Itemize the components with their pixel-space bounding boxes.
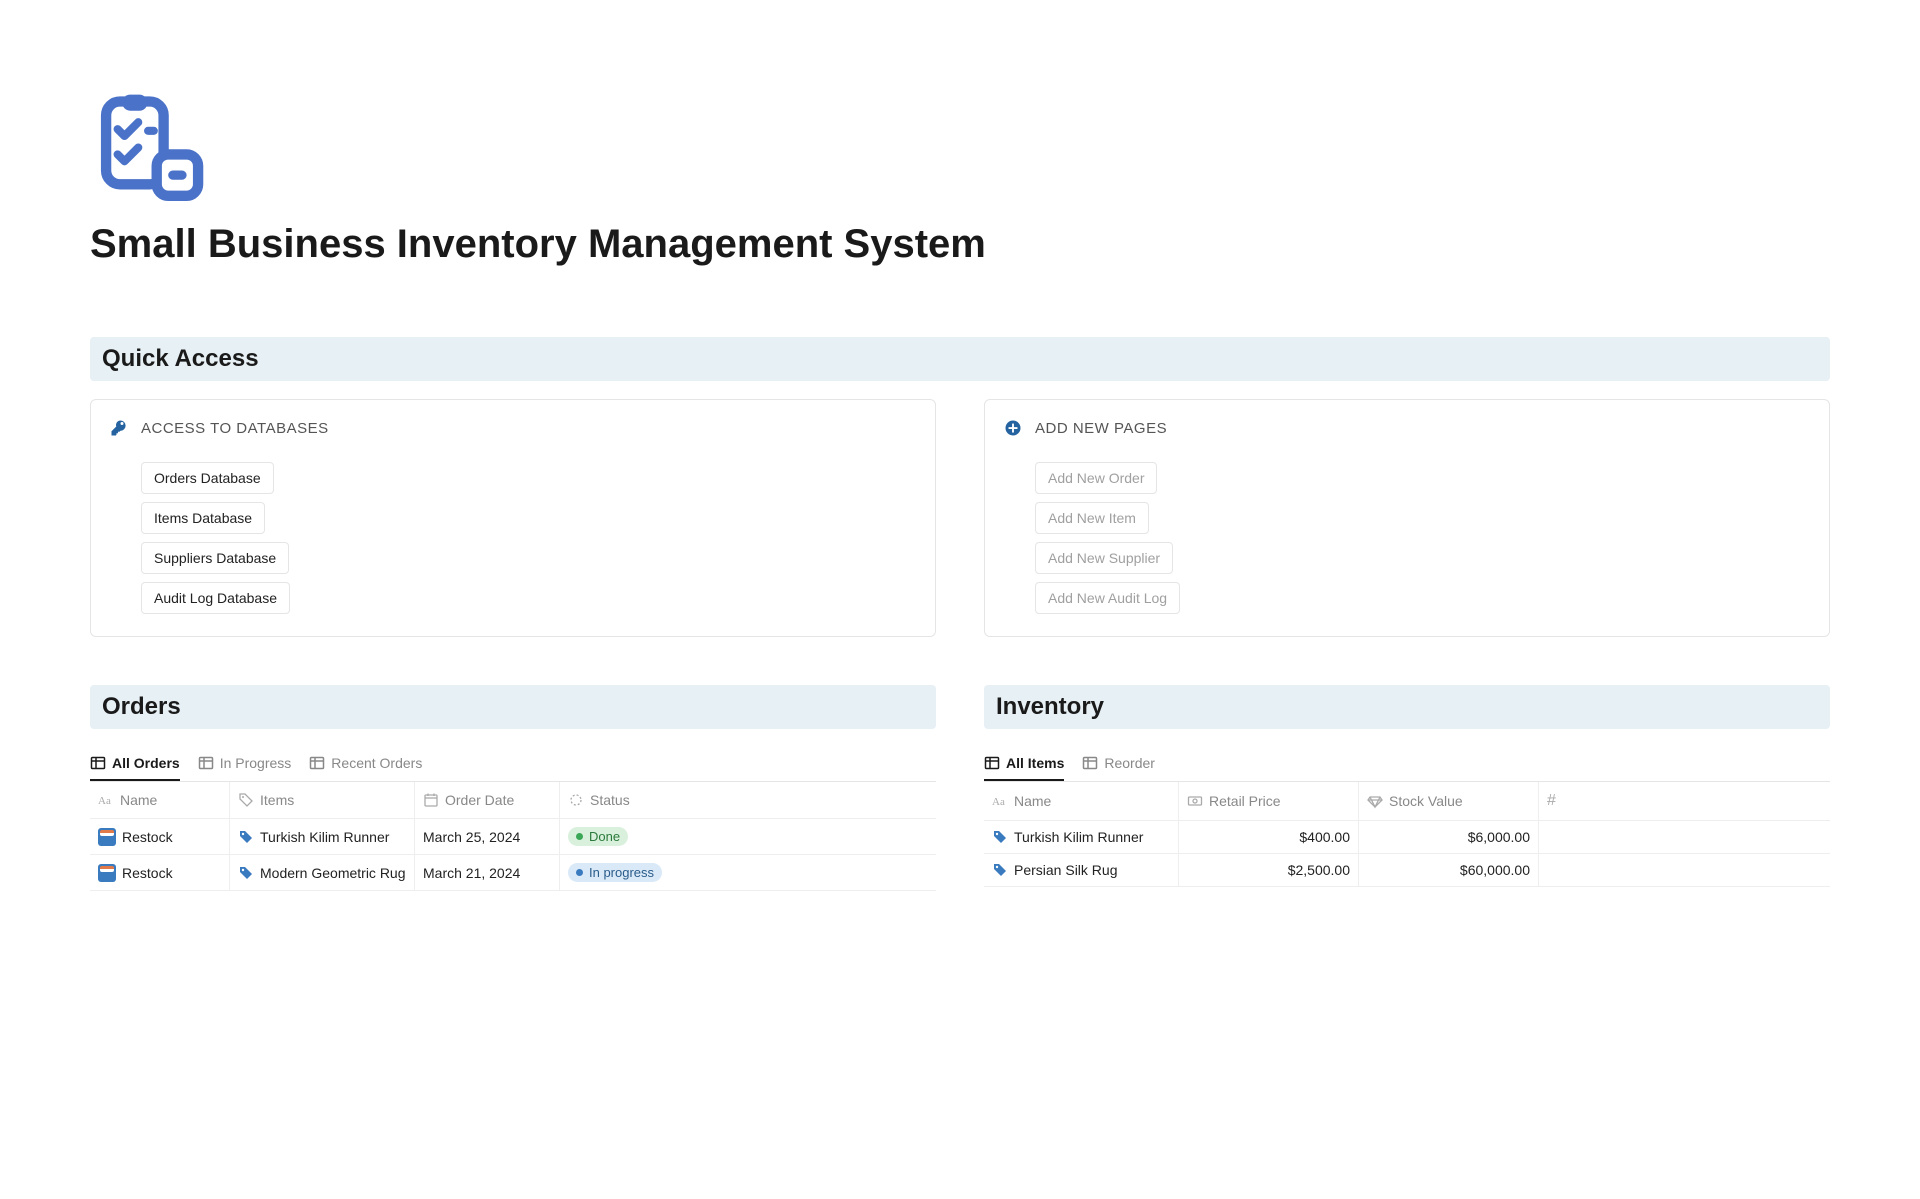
page-title: Small Business Inventory Management Syst…	[90, 222, 1830, 267]
col-status[interactable]: Status	[560, 782, 936, 818]
cell-item: Turkish Kilim Runner	[230, 819, 415, 854]
cell-hash	[1539, 821, 1830, 853]
col-order-date[interactable]: Order Date	[415, 782, 560, 818]
cell-stock: $6,000.00	[1359, 821, 1539, 853]
tab-all-orders[interactable]: All Orders	[90, 747, 180, 781]
tab-label: In Progress	[220, 755, 292, 771]
table-row[interactable]: Restock Turkish Kilim Runner March 25, 2…	[90, 819, 936, 855]
tag-icon	[238, 865, 254, 881]
tab-reorder[interactable]: Reorder	[1082, 747, 1155, 781]
calendar-icon	[423, 792, 439, 808]
table-icon	[198, 755, 214, 771]
tab-label: All Items	[1006, 755, 1064, 771]
table-icon	[309, 755, 325, 771]
add-pages-card: ADD NEW PAGES Add New Order Add New Item…	[984, 399, 1830, 637]
text-icon: Aa	[98, 792, 114, 808]
inventory-table-head: Aa Name Retail Price Stock Value #	[984, 782, 1830, 821]
orders-heading: Orders	[102, 693, 924, 721]
key-icon	[109, 418, 129, 438]
col-items[interactable]: Items	[230, 782, 415, 818]
orders-table-head: Aa Name Items Order Date Status	[90, 782, 936, 819]
cell-date: March 21, 2024	[415, 855, 560, 890]
table-icon	[90, 755, 106, 771]
tag-icon	[238, 829, 254, 845]
table-row[interactable]: Restock Modern Geometric Rug March 21, 2…	[90, 855, 936, 891]
orders-tabs: All Orders In Progress Recent Orders	[90, 747, 936, 782]
tab-recent-orders[interactable]: Recent Orders	[309, 747, 422, 781]
cell-hash	[1539, 854, 1830, 886]
orders-database-link[interactable]: Orders Database	[141, 462, 274, 494]
table-icon	[1082, 755, 1098, 771]
cell-name: Restock	[90, 819, 230, 854]
page-icon	[90, 90, 1830, 210]
status-badge: Done	[568, 827, 628, 846]
tab-label: Recent Orders	[331, 755, 422, 771]
orders-header: Orders	[90, 685, 936, 729]
cell-status: In progress	[560, 855, 936, 890]
col-hash[interactable]: #	[1539, 782, 1830, 820]
cell-name: Persian Silk Rug	[984, 854, 1179, 886]
audit-log-database-link[interactable]: Audit Log Database	[141, 582, 290, 614]
inventory-tabs: All Items Reorder	[984, 747, 1830, 782]
money-icon	[1187, 793, 1203, 809]
tab-in-progress[interactable]: In Progress	[198, 747, 292, 781]
add-new-order-button[interactable]: Add New Order	[1035, 462, 1157, 494]
quick-access-heading: Quick Access	[102, 345, 1818, 373]
add-new-supplier-button[interactable]: Add New Supplier	[1035, 542, 1173, 574]
inventory-header: Inventory	[984, 685, 1830, 729]
tag-icon	[992, 862, 1008, 878]
tag-icon	[992, 829, 1008, 845]
cell-name: Restock	[90, 855, 230, 890]
databases-card: ACCESS TO DATABASES Orders Database Item…	[90, 399, 936, 637]
cell-date: March 25, 2024	[415, 819, 560, 854]
status-icon	[568, 792, 584, 808]
col-name[interactable]: Aa Name	[90, 782, 230, 818]
col-stock-value[interactable]: Stock Value	[1359, 782, 1539, 820]
cell-item: Modern Geometric Rug	[230, 855, 415, 890]
store-icon	[98, 828, 116, 846]
inventory-heading: Inventory	[996, 693, 1818, 721]
svg-text:Aa: Aa	[992, 796, 1005, 808]
items-database-link[interactable]: Items Database	[141, 502, 265, 534]
add-new-item-button[interactable]: Add New Item	[1035, 502, 1149, 534]
tab-label: Reorder	[1104, 755, 1155, 771]
cell-price: $400.00	[1179, 821, 1359, 853]
text-icon: Aa	[992, 793, 1008, 809]
tag-icon	[238, 792, 254, 808]
cell-price: $2,500.00	[1179, 854, 1359, 886]
col-name[interactable]: Aa Name	[984, 782, 1179, 820]
col-retail-price[interactable]: Retail Price	[1179, 782, 1359, 820]
cell-stock: $60,000.00	[1359, 854, 1539, 886]
table-icon	[984, 755, 1000, 771]
cell-name: Turkish Kilim Runner	[984, 821, 1179, 853]
store-icon	[98, 864, 116, 882]
svg-text:Aa: Aa	[98, 795, 111, 807]
tab-all-items[interactable]: All Items	[984, 747, 1064, 781]
cell-status: Done	[560, 819, 936, 854]
quick-access-header: Quick Access	[90, 337, 1830, 381]
add-pages-label: ADD NEW PAGES	[1035, 420, 1167, 437]
table-row[interactable]: Persian Silk Rug $2,500.00 $60,000.00	[984, 854, 1830, 887]
table-row[interactable]: Turkish Kilim Runner $400.00 $6,000.00	[984, 821, 1830, 854]
status-badge: In progress	[568, 863, 662, 882]
databases-label: ACCESS TO DATABASES	[141, 420, 329, 437]
tab-label: All Orders	[112, 755, 180, 771]
plus-circle-icon	[1003, 418, 1023, 438]
suppliers-database-link[interactable]: Suppliers Database	[141, 542, 289, 574]
add-new-audit-log-button[interactable]: Add New Audit Log	[1035, 582, 1180, 614]
gem-icon	[1367, 793, 1383, 809]
